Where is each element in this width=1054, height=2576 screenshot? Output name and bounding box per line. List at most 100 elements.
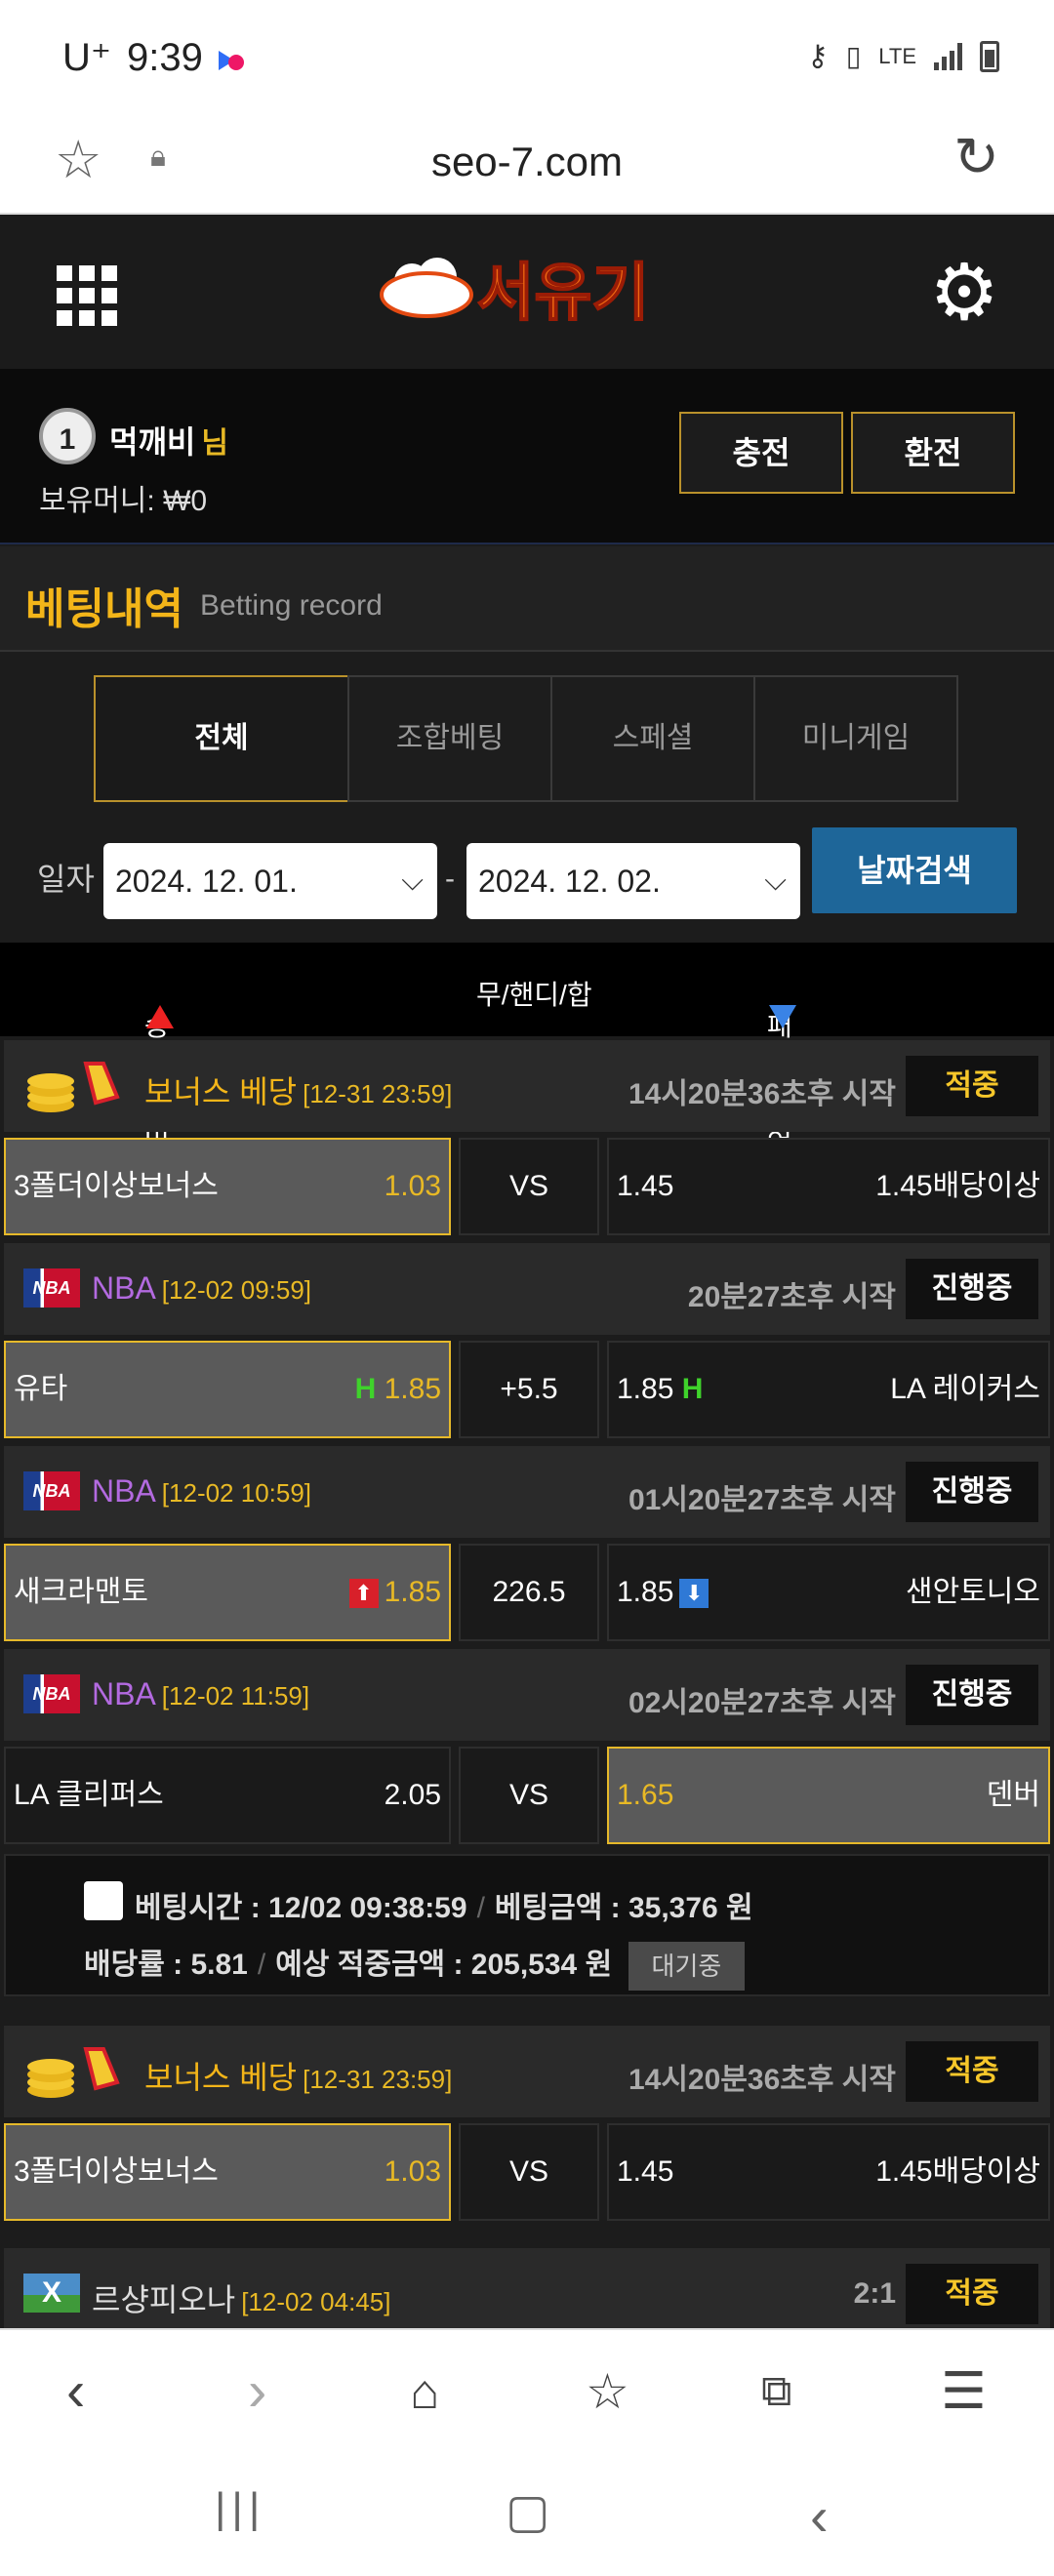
status-badge: 진행중	[906, 1665, 1038, 1725]
start-countdown: 14시20분36초후 시작	[628, 2064, 896, 2096]
site-logo[interactable]: 서유기	[373, 244, 685, 342]
league-name: 르샹피오나 [12-02 04:45]	[92, 2282, 391, 2317]
bet-info-line2: 배당률 : 5.81/예상 적중금액 : 205,534 원 대기중	[84, 1940, 746, 1992]
tabs-icon[interactable]: ⧉	[761, 2357, 791, 2426]
system-nav-bar: ||| ▢ ‹	[0, 2455, 1054, 2576]
browser-bottom-nav: ‹ › ⌂ ☆ ⧉ ☰	[0, 2328, 1054, 2455]
battery-saver-icon: ▯	[845, 41, 862, 71]
handicap-mark-icon: H	[681, 1373, 704, 1405]
up-triangle-icon	[146, 1005, 174, 1028]
away-odds-cell[interactable]: 1.85 ⬇ 샌안토니오	[607, 1544, 1050, 1641]
select-checkbox[interactable]	[84, 1881, 123, 1920]
level-badge: 1	[39, 408, 96, 464]
arrow-down-icon: ⬇	[679, 1579, 709, 1609]
odds-row: 유타 H 1.85 +5.5 1.85 H LA 레이커스	[4, 1341, 1050, 1440]
away-odds-cell[interactable]: 1.45 1.45배당이상	[607, 2123, 1050, 2221]
exchange-button[interactable]: 환전	[851, 412, 1015, 494]
page-title: 베팅내역	[25, 585, 183, 633]
status-bar: U⁺ 9:39 ⚷ ▯ LTE	[0, 0, 1054, 115]
user-honorific: 님	[201, 427, 228, 460]
bonus-coins-icon	[23, 2043, 131, 2105]
home-odds-cell[interactable]: 3폴더이상보너스 1.03	[4, 2123, 451, 2221]
game-header: NBA NBA [12-02 11:59] 02시20분27초후 시작 진행중	[4, 1649, 1050, 1741]
browser-url-bar: ☆ 🔒︎ seo-7.com ↻	[0, 115, 1054, 215]
nba-logo-icon: NBA	[23, 1674, 80, 1713]
odds-row: 새크라맨토 ⬆ 1.85 226.5 1.85 ⬇ 샌안토니오	[4, 1544, 1050, 1643]
bookmarks-star-icon[interactable]: ☆	[586, 2357, 629, 2426]
score: 2:1	[853, 2277, 896, 2310]
away-odds-cell[interactable]: 1.45 1.45배당이상	[607, 1138, 1050, 1235]
nba-logo-icon: NBA	[23, 1268, 80, 1308]
start-countdown: 14시20분36초후 시작	[628, 1078, 896, 1110]
user-info-bar: 1 먹깨비 님 보유머니: ₩0 충전 환전	[0, 369, 1054, 544]
league-name: NBA [12-02 11:59]	[92, 1676, 310, 1711]
away-odds-cell[interactable]: 1.65 덴버	[607, 1747, 1050, 1844]
user-name: 먹깨비 님	[109, 418, 228, 463]
menu-grid-icon[interactable]	[57, 265, 117, 326]
tab-combo[interactable]: 조합베팅	[347, 675, 552, 802]
home-odds-cell[interactable]: 새크라맨토 ⬆ 1.85	[4, 1544, 451, 1641]
handicap-mark-icon: H	[354, 1373, 377, 1405]
charge-button[interactable]: 충전	[679, 412, 843, 494]
tab-minigame[interactable]: 미니게임	[753, 675, 958, 802]
mid-cell[interactable]: 226.5	[459, 1544, 599, 1641]
back-icon[interactable]: ‹	[66, 2357, 85, 2426]
menu-icon[interactable]: ☰	[941, 2357, 987, 2426]
home-button-icon[interactable]: ▢	[506, 2484, 549, 2539]
home-icon[interactable]: ⌂	[410, 2357, 439, 2426]
money-balance: 보유머니: ₩0	[39, 485, 208, 517]
bet-rate: 배당률 : 5.81	[84, 1949, 248, 1981]
league-name: NBA [12-02 10:59]	[92, 1473, 312, 1509]
game-header: 보너스 베당 [12-31 23:59] 14시20분36초후 시작 적중	[4, 1040, 1050, 1132]
home-odds-cell[interactable]: 3폴더이상보너스 1.03	[4, 1138, 451, 1235]
mid-cell[interactable]: VS	[459, 1747, 599, 1844]
battery-icon	[980, 40, 999, 72]
chevron-down-icon: ⌵	[401, 865, 424, 897]
notification-icon	[218, 36, 244, 80]
settings-gear-icon[interactable]: ⚙	[929, 254, 999, 332]
forward-icon[interactable]: ›	[248, 2357, 266, 2426]
game-header: NBA NBA [12-02 10:59] 01시20분27초후 시작 진행중	[4, 1446, 1050, 1538]
odds-row: LA 클리퍼스 2.05 VS 1.65 덴버	[4, 1747, 1050, 1846]
odds-column-header: 승(홈)오버 무/핸디/합 패(원정)언더	[0, 943, 1054, 1197]
recent-apps-icon[interactable]: |||	[215, 2484, 265, 2533]
start-countdown: 02시20분27초후 시작	[628, 1687, 896, 1719]
date-to-select[interactable]: 2024. 12. 02. ⌵	[466, 843, 800, 919]
odds-row: 3폴더이상보너스 1.03 VS 1.45 1.45배당이상	[4, 2123, 1050, 2223]
date-to-value: 2024. 12. 02.	[478, 864, 661, 899]
odds-row: 3폴더이상보너스 1.03 VS 1.45 1.45배당이상	[4, 1138, 1050, 1237]
system-back-icon[interactable]: ‹	[810, 2484, 829, 2548]
chevron-down-icon: ⌵	[764, 865, 787, 897]
game-header: NBA NBA [12-02 09:59] 20분27초후 시작 진행중	[4, 1243, 1050, 1335]
status-badge: 진행중	[906, 1259, 1038, 1319]
bet-info-line1: 베팅시간 : 12/02 09:38:59/베팅금액 : 35,376 원	[135, 1892, 753, 1924]
network-type: LTE	[878, 43, 916, 68]
status-badge: 진행중	[906, 1462, 1038, 1522]
category-tabs: 전체 조합베팅 스페셜 미니게임	[94, 675, 958, 802]
start-countdown: 20분27초후 시작	[687, 1281, 896, 1313]
date-from-select[interactable]: 2024. 12. 01. ⌵	[103, 843, 437, 919]
url-text[interactable]: seo-7.com	[0, 139, 1054, 185]
page-subtitle: Betting record	[200, 589, 383, 622]
mid-cell[interactable]: VS	[459, 2123, 599, 2221]
nba-logo-icon: NBA	[23, 1471, 80, 1510]
key-icon: ⚷	[806, 40, 829, 72]
mid-cell[interactable]: VS	[459, 1138, 599, 1235]
mid-cell[interactable]: +5.5	[459, 1341, 599, 1438]
tab-special[interactable]: 스페셜	[550, 675, 755, 802]
away-odds-cell[interactable]: 1.85 H LA 레이커스	[607, 1341, 1050, 1438]
bet-summary: 베팅시간 : 12/02 09:38:59/베팅금액 : 35,376 원 배당…	[4, 1854, 1050, 1996]
date-search-button[interactable]: 날짜검색	[812, 827, 1017, 913]
tab-all[interactable]: 전체	[94, 675, 349, 802]
down-triangle-icon	[769, 1005, 796, 1028]
reload-icon[interactable]: ↻	[953, 125, 999, 189]
signal-icon	[934, 42, 962, 70]
league-flag-icon: X	[23, 2274, 80, 2313]
bet-time: 베팅시간 : 12/02 09:38:59	[135, 1892, 467, 1924]
date-separator: -	[445, 863, 455, 895]
status-badge: 적중	[906, 2041, 1038, 2102]
game-header: X 르샹피오나 [12-02 04:45] 2:1 적중	[4, 2248, 1050, 2340]
home-odds-cell[interactable]: LA 클리퍼스 2.05	[4, 1747, 451, 1844]
league-name: NBA [12-02 09:59]	[92, 1270, 312, 1306]
home-odds-cell[interactable]: 유타 H 1.85	[4, 1341, 451, 1438]
